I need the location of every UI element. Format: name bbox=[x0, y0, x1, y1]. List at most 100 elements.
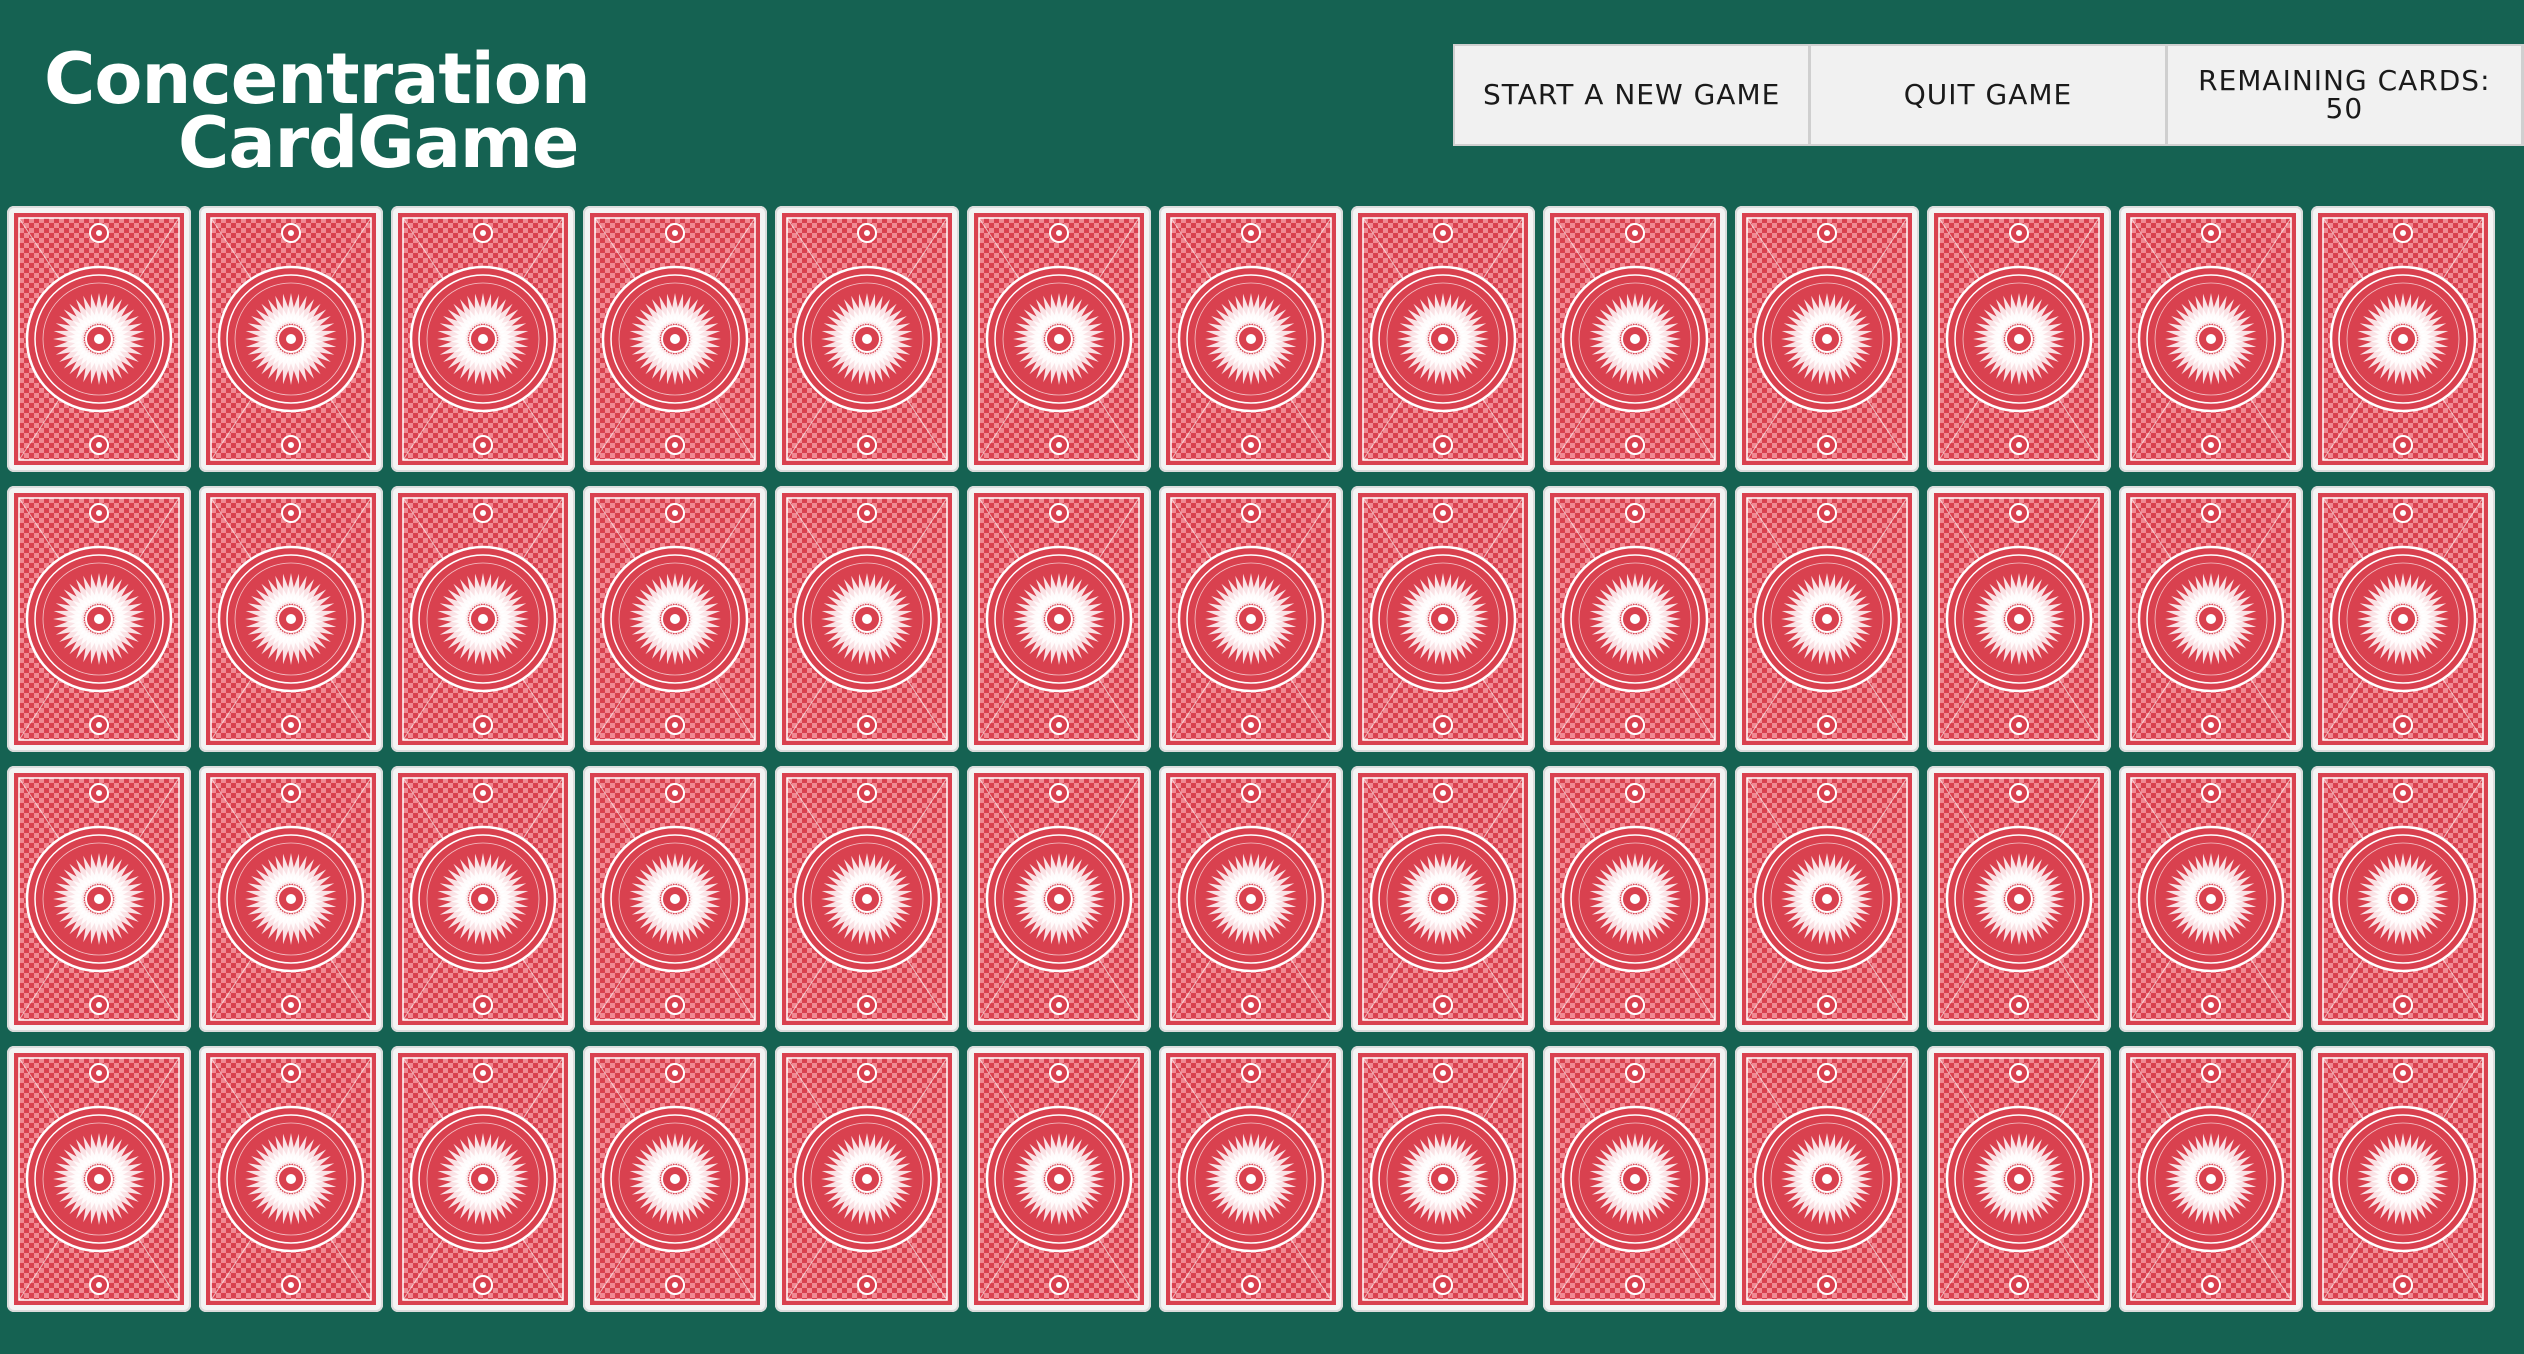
face-down-card[interactable] bbox=[7, 1046, 191, 1312]
card-back-pattern bbox=[206, 213, 376, 465]
card-back-pattern bbox=[14, 493, 184, 745]
card-back-pattern bbox=[974, 213, 1144, 465]
card-back-pattern bbox=[2126, 493, 2296, 745]
face-down-card[interactable] bbox=[391, 766, 575, 1032]
face-down-card[interactable] bbox=[199, 206, 383, 472]
face-down-card[interactable] bbox=[967, 206, 1151, 472]
game-logo: Concentration CardGame bbox=[44, 44, 591, 184]
face-down-card[interactable] bbox=[1159, 1046, 1343, 1312]
card-back-pattern bbox=[1166, 213, 1336, 465]
face-down-card[interactable] bbox=[1735, 1046, 1919, 1312]
face-down-card[interactable] bbox=[1351, 486, 1535, 752]
card-back-pattern bbox=[398, 1053, 568, 1305]
face-down-card[interactable] bbox=[775, 206, 959, 472]
card-back-pattern bbox=[1934, 213, 2104, 465]
card-back-pattern bbox=[398, 773, 568, 1025]
card-back-pattern bbox=[2126, 773, 2296, 1025]
card-back-pattern bbox=[1358, 773, 1528, 1025]
face-down-card[interactable] bbox=[199, 766, 383, 1032]
face-down-card[interactable] bbox=[775, 766, 959, 1032]
card-board bbox=[7, 206, 2507, 1314]
card-back-pattern bbox=[782, 773, 952, 1025]
face-down-card[interactable] bbox=[1543, 486, 1727, 752]
card-back-pattern bbox=[1934, 1053, 2104, 1305]
face-down-card[interactable] bbox=[967, 486, 1151, 752]
face-down-card[interactable] bbox=[1159, 206, 1343, 472]
card-back-pattern bbox=[1742, 493, 1912, 745]
face-down-card[interactable] bbox=[2119, 766, 2303, 1032]
card-back-pattern bbox=[974, 493, 1144, 745]
face-down-card[interactable] bbox=[1735, 206, 1919, 472]
logo-line-2: CardGame bbox=[178, 102, 579, 184]
card-back-pattern bbox=[2126, 1053, 2296, 1305]
face-down-card[interactable] bbox=[583, 486, 767, 752]
card-back-pattern bbox=[1358, 1053, 1528, 1305]
card-back-pattern bbox=[974, 773, 1144, 1025]
face-down-card[interactable] bbox=[391, 206, 575, 472]
face-down-card[interactable] bbox=[1927, 486, 2111, 752]
face-down-card[interactable] bbox=[199, 1046, 383, 1312]
face-down-card[interactable] bbox=[2119, 1046, 2303, 1312]
face-down-card[interactable] bbox=[7, 766, 191, 1032]
card-back-pattern bbox=[1550, 493, 1720, 745]
card-row bbox=[7, 766, 2507, 1044]
card-back-pattern bbox=[1550, 213, 1720, 465]
face-down-card[interactable] bbox=[1543, 1046, 1727, 1312]
card-back-pattern bbox=[1742, 773, 1912, 1025]
face-down-card[interactable] bbox=[583, 766, 767, 1032]
face-down-card[interactable] bbox=[1351, 766, 1535, 1032]
card-back-pattern bbox=[1166, 493, 1336, 745]
face-down-card[interactable] bbox=[1927, 206, 2111, 472]
card-back-pattern bbox=[14, 213, 184, 465]
face-down-card[interactable] bbox=[967, 766, 1151, 1032]
card-row bbox=[7, 1046, 2507, 1324]
card-back-pattern bbox=[2318, 1053, 2488, 1305]
card-back-pattern bbox=[206, 773, 376, 1025]
card-row bbox=[7, 486, 2507, 764]
face-down-card[interactable] bbox=[199, 486, 383, 752]
card-back-pattern bbox=[1742, 213, 1912, 465]
card-back-pattern bbox=[1166, 773, 1336, 1025]
face-down-card[interactable] bbox=[1735, 486, 1919, 752]
face-down-card[interactable] bbox=[1351, 206, 1535, 472]
quit-game-button[interactable]: QUIT GAME bbox=[1811, 46, 2168, 144]
face-down-card[interactable] bbox=[2311, 486, 2495, 752]
face-down-card[interactable] bbox=[1543, 766, 1727, 1032]
card-back-pattern bbox=[1358, 493, 1528, 745]
card-back-pattern bbox=[974, 1053, 1144, 1305]
card-back-pattern bbox=[398, 213, 568, 465]
face-down-card[interactable] bbox=[2119, 206, 2303, 472]
card-back-pattern bbox=[1742, 1053, 1912, 1305]
face-down-card[interactable] bbox=[391, 1046, 575, 1312]
card-back-pattern bbox=[206, 1053, 376, 1305]
face-down-card[interactable] bbox=[1543, 206, 1727, 472]
face-down-card[interactable] bbox=[1927, 1046, 2111, 1312]
card-back-pattern bbox=[782, 1053, 952, 1305]
face-down-card[interactable] bbox=[2311, 1046, 2495, 1312]
face-down-card[interactable] bbox=[7, 206, 191, 472]
face-down-card[interactable] bbox=[7, 486, 191, 752]
card-back-pattern bbox=[14, 773, 184, 1025]
face-down-card[interactable] bbox=[2311, 206, 2495, 472]
face-down-card[interactable] bbox=[1159, 766, 1343, 1032]
card-back-pattern bbox=[1934, 493, 2104, 745]
remaining-cards-value: 50 bbox=[2325, 92, 2364, 125]
card-back-pattern bbox=[1934, 773, 2104, 1025]
face-down-card[interactable] bbox=[775, 486, 959, 752]
face-down-card[interactable] bbox=[391, 486, 575, 752]
face-down-card[interactable] bbox=[1927, 766, 2111, 1032]
face-down-card[interactable] bbox=[2119, 486, 2303, 752]
face-down-card[interactable] bbox=[1735, 766, 1919, 1032]
card-back-pattern bbox=[590, 773, 760, 1025]
face-down-card[interactable] bbox=[583, 1046, 767, 1312]
card-row bbox=[7, 206, 2507, 484]
face-down-card[interactable] bbox=[967, 1046, 1151, 1312]
face-down-card[interactable] bbox=[2311, 766, 2495, 1032]
face-down-card[interactable] bbox=[1159, 486, 1343, 752]
face-down-card[interactable] bbox=[583, 206, 767, 472]
card-back-pattern bbox=[590, 213, 760, 465]
start-new-game-button[interactable]: START A NEW GAME bbox=[1455, 46, 1812, 144]
card-back-pattern bbox=[1550, 773, 1720, 1025]
face-down-card[interactable] bbox=[775, 1046, 959, 1312]
face-down-card[interactable] bbox=[1351, 1046, 1535, 1312]
